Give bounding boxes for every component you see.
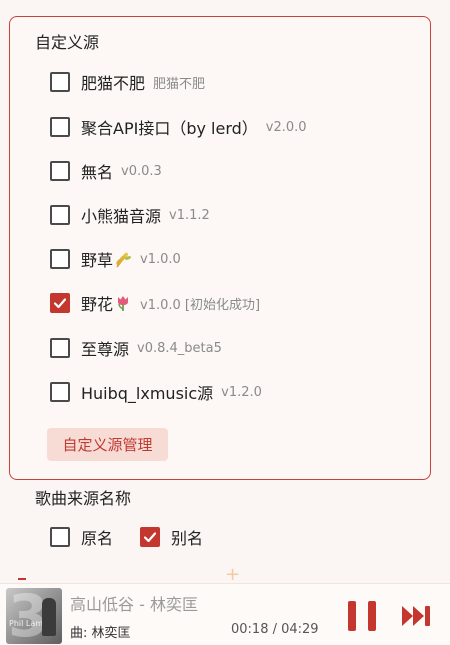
source-name: 野花 [81, 295, 114, 314]
source-item-feimao[interactable]: 肥猫不肥 肥猫不肥 [50, 70, 205, 94]
cover-figure [42, 598, 56, 636]
source-name: 至尊源 [81, 340, 130, 359]
source-item-xiaoxiongmao[interactable]: 小熊猫音源 v1.1.2 [50, 203, 210, 227]
tulip-icon [114, 294, 132, 312]
custom-source-title: 自定义源 [35, 33, 100, 52]
source-version: v1.0.0 [140, 251, 181, 267]
source-name: 肥猫不肥 [81, 74, 146, 93]
source-item-huibq[interactable]: Huibq_lxmusic源 v1.2.0 [50, 380, 262, 404]
source-item-yehua[interactable]: 野花 v1.0.0 [初始化成功] [50, 291, 260, 315]
play-time: 00:18 / 04:29 [231, 622, 319, 637]
source-name: 野草 [81, 251, 114, 270]
checkbox-unchecked[interactable] [50, 249, 70, 269]
source-name: Huibq_lxmusic源 [81, 384, 214, 403]
cover-artist-text: Phil Lam [9, 619, 44, 628]
source-version: v2.0.0 [265, 119, 307, 135]
option-label: 原名 [81, 529, 114, 548]
source-version: v0.0.3 [121, 163, 162, 179]
source-item-wuming[interactable]: 無名 v0.0.3 [50, 159, 162, 183]
source-item-yecao[interactable]: 野草 v1.0.0 [50, 247, 181, 271]
checkbox-checked[interactable] [50, 293, 70, 313]
checkbox-unchecked[interactable] [50, 338, 70, 358]
album-cover[interactable]: 3 Phil Lam [6, 588, 62, 644]
pause-icon[interactable] [348, 601, 376, 631]
source-item-zhizun[interactable]: 至尊源 v0.8.4_beta5 [50, 336, 222, 360]
source-version: v1.2.0 [221, 384, 262, 400]
source-name: 無名 [81, 163, 114, 182]
player-bar[interactable]: 3 Phil Lam 高山低谷 - 林奕匡 曲: 林奕匡 00:18 / 04:… [0, 583, 450, 645]
wheat-icon [114, 250, 132, 268]
checkbox-unchecked[interactable] [50, 161, 70, 181]
source-version: v1.0.0 [初始化成功] [140, 297, 261, 313]
checkbox-unchecked[interactable] [50, 205, 70, 225]
source-version: v0.8.4_beta5 [137, 340, 222, 356]
checkbox-unchecked[interactable] [50, 527, 70, 547]
song-title: 高山低谷 - 林奕匡 [70, 595, 198, 614]
source-item-juhe-api[interactable]: 聚合API接口（by lerd） v2.0.0 [50, 115, 307, 139]
custom-source-manage-button[interactable]: 自定义源管理 [47, 428, 168, 461]
checkbox-unchecked[interactable] [50, 72, 70, 92]
source-version: v1.1.2 [169, 207, 210, 223]
song-source-name-title: 歌曲来源名称 [35, 489, 132, 508]
checkmark-icon [143, 532, 157, 543]
source-version: 肥猫不肥 [153, 76, 206, 92]
next-track-icon[interactable] [401, 602, 433, 630]
checkbox-checked[interactable] [140, 527, 160, 547]
option-label: 别名 [171, 529, 204, 548]
checkmark-icon [53, 298, 67, 309]
checkbox-unchecked[interactable] [50, 117, 70, 137]
song-composer: 曲: 林奕匡 [70, 626, 131, 641]
source-name: 聚合API接口（by lerd） [81, 119, 258, 138]
decor-plus-icon: + [225, 564, 241, 585]
decor-dash [18, 578, 26, 580]
checkbox-unchecked[interactable] [50, 382, 70, 402]
source-name: 小熊猫音源 [81, 207, 162, 226]
option-original-name[interactable]: 原名 [50, 525, 113, 549]
option-alias-name[interactable]: 别名 [140, 525, 203, 549]
